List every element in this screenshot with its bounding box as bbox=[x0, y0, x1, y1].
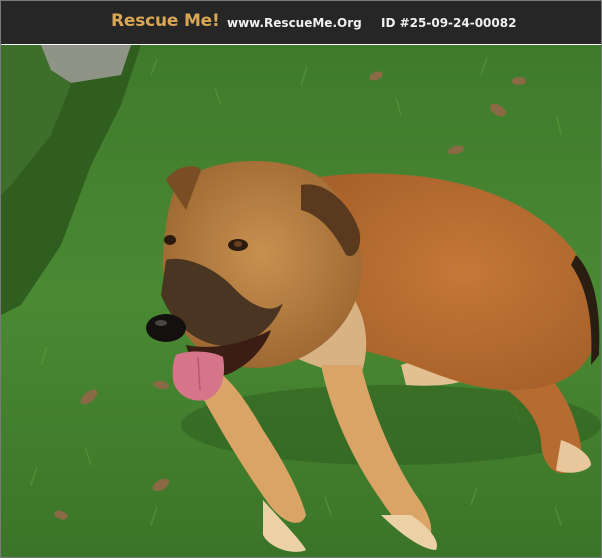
listing-id: ID #25-09-24-00082 bbox=[381, 16, 517, 30]
dog-photo bbox=[1, 45, 601, 557]
listing-card: Rescue Me! www.RescueMe.Org ID #25-09-24… bbox=[0, 0, 602, 558]
header-bar: Rescue Me! www.RescueMe.Org ID #25-09-24… bbox=[1, 1, 601, 44]
brand-logo[interactable]: Rescue Me! bbox=[111, 11, 220, 31]
site-url-link[interactable]: www.RescueMe.Org bbox=[227, 16, 362, 30]
